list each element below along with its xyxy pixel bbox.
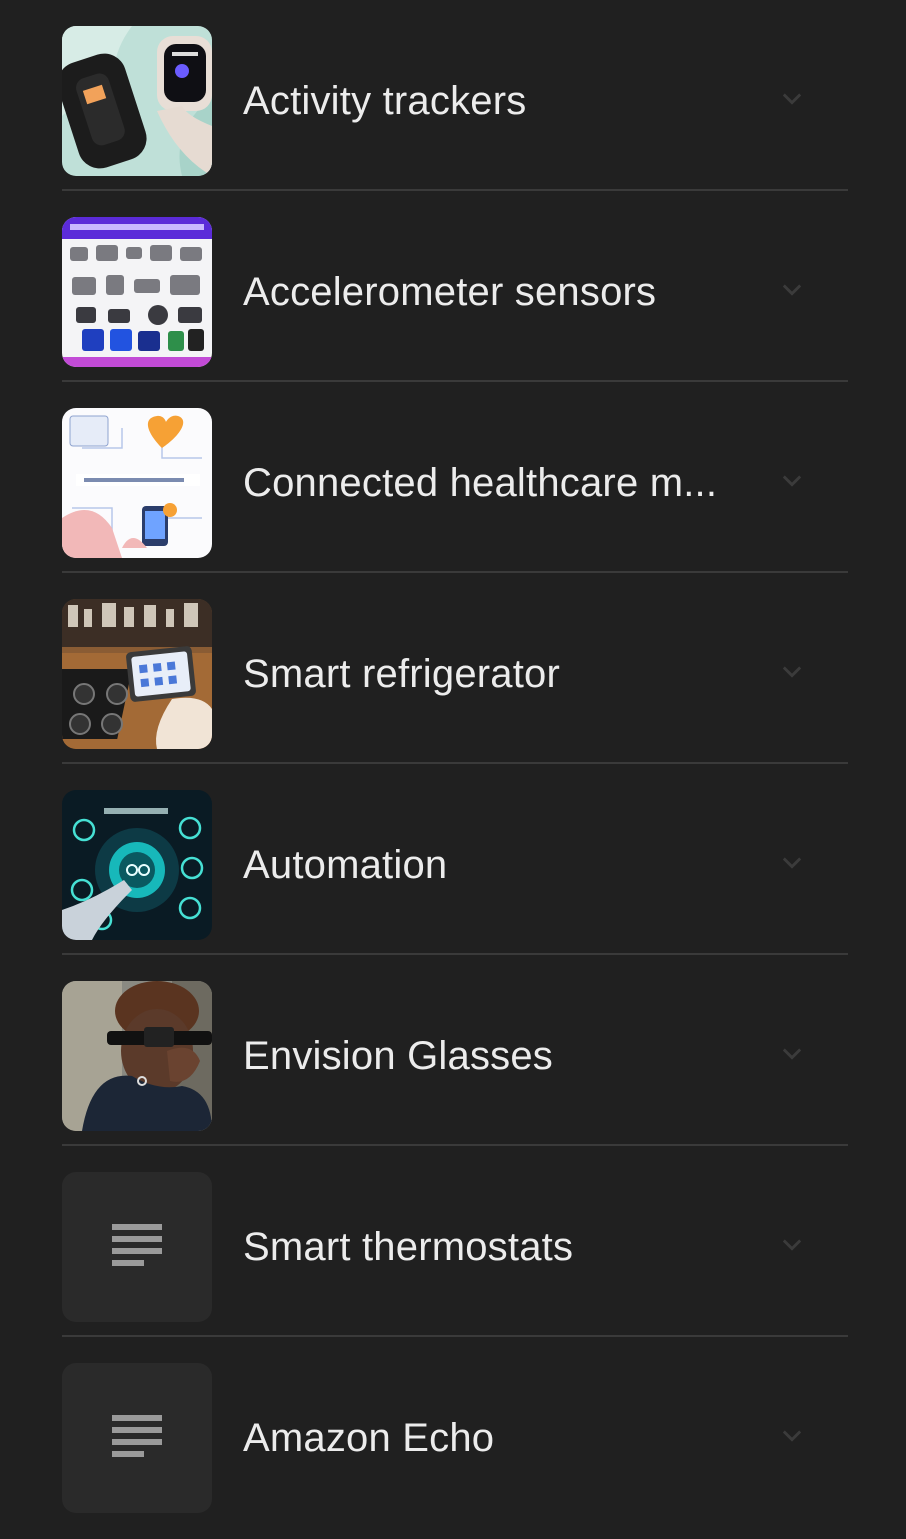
item-label: Connected healthcare m... (243, 461, 718, 505)
automation-thumbnail (62, 790, 212, 940)
connected-healthcare-thumbnail (62, 408, 212, 558)
item-label: Accelerometer sensors (243, 270, 657, 314)
list-item-connected-healthcare[interactable]: Connected healthcare m... (62, 382, 848, 573)
chevron-down-icon[interactable] (778, 275, 806, 303)
document-lines-icon (62, 1363, 212, 1513)
chevron-down-icon[interactable] (778, 84, 806, 112)
list-item-amazon-echo[interactable]: Amazon Echo (62, 1337, 848, 1528)
document-lines-icon (62, 1172, 212, 1322)
chevron-down-icon[interactable] (778, 1421, 806, 1449)
list-item-activity-trackers[interactable]: Activity trackers (62, 0, 848, 191)
list-item-smart-thermostats[interactable]: Smart thermostats (62, 1146, 848, 1337)
item-label: Amazon Echo (243, 1416, 495, 1460)
list-item-envision-glasses[interactable]: Envision Glasses (62, 955, 848, 1146)
chevron-down-icon[interactable] (778, 1230, 806, 1258)
chevron-down-icon[interactable] (778, 848, 806, 876)
list-item-automation[interactable]: Automation (62, 764, 848, 955)
chevron-down-icon[interactable] (778, 657, 806, 685)
item-label: Automation (243, 843, 448, 887)
item-label: Smart refrigerator (243, 652, 561, 696)
accelerometer-sensors-thumbnail (62, 217, 212, 367)
list-item-accelerometer-sensors[interactable]: Accelerometer sensors (62, 191, 848, 382)
chevron-down-icon[interactable] (778, 466, 806, 494)
item-label: Smart thermostats (243, 1225, 574, 1269)
chevron-down-icon[interactable] (778, 1039, 806, 1067)
item-label: Envision Glasses (243, 1034, 553, 1078)
item-label: Activity trackers (243, 79, 527, 123)
envision-glasses-thumbnail (62, 981, 212, 1131)
activity-trackers-thumbnail (62, 26, 212, 176)
smart-refrigerator-thumbnail (62, 599, 212, 749)
list-item-smart-refrigerator[interactable]: Smart refrigerator (62, 573, 848, 764)
